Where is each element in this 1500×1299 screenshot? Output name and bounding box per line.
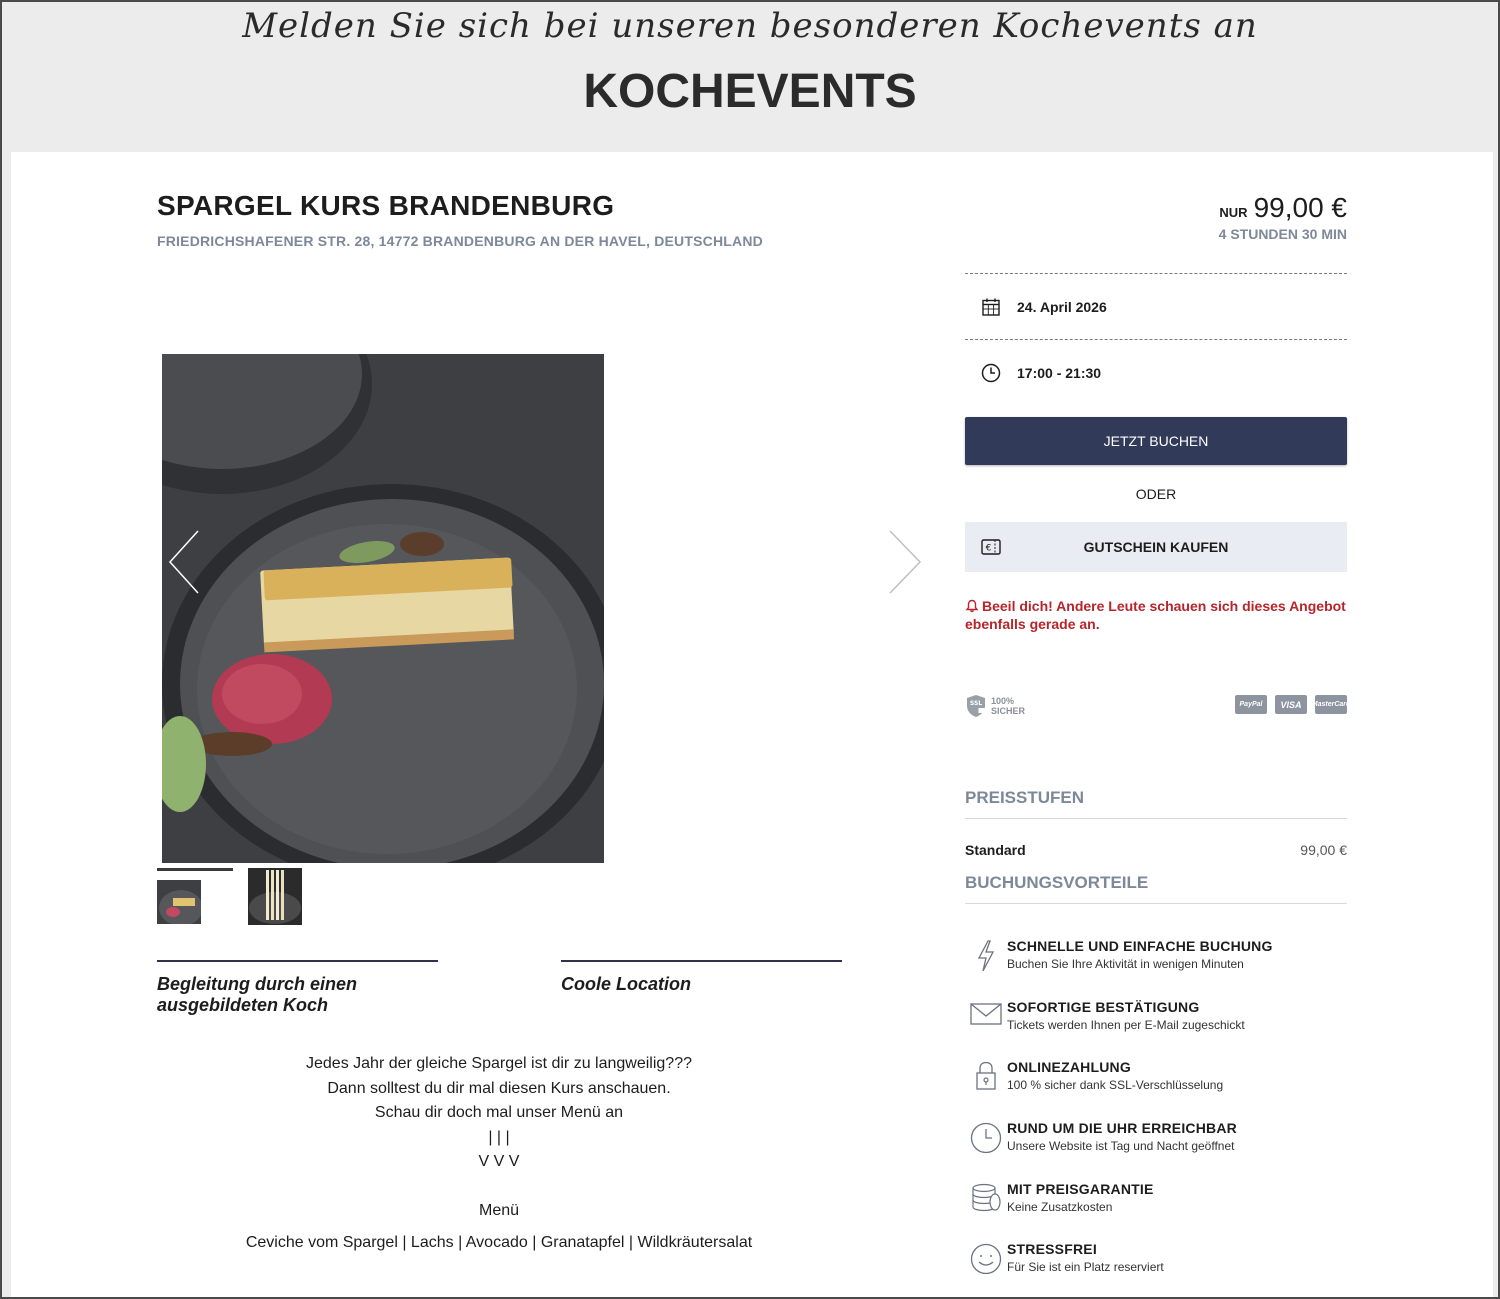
benefit-item: RUND UM DIE UHR ERREICHBAR Unsere Websit… — [965, 1120, 1347, 1170]
tier-name: Standard — [965, 842, 1026, 858]
feature-label: Begleitung durch einen ausgebildeten Koc… — [157, 974, 358, 1015]
chevron-left-icon — [168, 530, 199, 594]
gallery-thumb[interactable] — [157, 880, 201, 924]
svg-text:€: € — [986, 544, 992, 554]
dessert-plate-thumb — [157, 880, 201, 924]
benefit-subtitle: Unsere Website ist Tag und Nacht geöffne… — [1007, 1139, 1235, 1153]
price-block: NUR 99,00 € 4 STUNDEN 30 MIN — [1219, 192, 1347, 242]
benefit-subtitle: Tickets werden Ihnen per E-Mail zugeschi… — [1007, 1018, 1245, 1032]
voucher-label: GUTSCHEIN KAUFEN — [1083, 539, 1229, 555]
asparagus-thumb — [248, 868, 302, 925]
benefit-subtitle: Buchen Sie Ihre Aktivität in wenigen Min… — [1007, 957, 1244, 971]
site-title[interactable]: KOCHEVENTS — [0, 64, 1500, 119]
description-line: Dann solltest du dir mal diesen Kurs ans… — [327, 1079, 671, 1097]
event-description: Jedes Jahr der gleiche Spargel ist dir z… — [157, 1052, 841, 1263]
benefit-item: SCHNELLE UND EINFACHE BUCHUNG Buchen Sie… — [965, 938, 1347, 988]
alert-text: Beeil dich! Andere Leute schauen sich di… — [965, 598, 1346, 632]
ssl-label-percent: 100% — [991, 696, 1015, 706]
envelope-icon — [965, 999, 1007, 1027]
benefit-title: SOFORTIGE BESTÄTIGUNG — [1007, 999, 1200, 1015]
ssl-label-secure: SICHER — [991, 706, 1026, 716]
buy-voucher-button[interactable]: € GUTSCHEIN KAUFEN — [965, 522, 1347, 572]
gallery-next-button[interactable] — [886, 527, 926, 597]
benefits-title: BUCHUNGSVORTEILE — [965, 873, 1347, 904]
benefit-subtitle: Für Sie ist ein Platz reserviert — [1007, 1260, 1164, 1274]
feature-guided-by-chef: Begleitung durch einen ausgebildeten Koc… — [157, 960, 438, 1016]
benefit-title: SCHNELLE UND EINFACHE BUCHUNG — [1007, 938, 1273, 954]
benefit-item: MIT PREISGARANTIE Keine Zusatzkosten — [965, 1181, 1347, 1231]
price-prefix: NUR — [1219, 205, 1248, 220]
clock-icon — [965, 1120, 1007, 1154]
benefit-title: RUND UM DIE UHR ERREICHBAR — [1007, 1120, 1237, 1136]
event-title: SPARGEL KURS BRANDENBURG — [157, 190, 615, 221]
active-thumb-indicator — [157, 868, 233, 871]
benefit-subtitle: Keine Zusatzkosten — [1007, 1200, 1113, 1214]
benefit-item: SOFORTIGE BESTÄTIGUNG Tickets werden Ihn… — [965, 999, 1347, 1049]
tier-price: 99,00 € — [1300, 842, 1347, 858]
event-date: 24. April 2026 — [1017, 299, 1107, 315]
ssl-badge: SSL 100% SICHER — [965, 694, 1025, 718]
benefit-item: ONLINEZAHLUNG 100 % sicher dank SSL-Vers… — [965, 1059, 1347, 1109]
event-card: SPARGEL KURS BRANDENBURG FRIEDRICHSHAFEN… — [11, 152, 1493, 1299]
benefit-subtitle: 100 % sicher dank SSL-Verschlüsselung — [1007, 1078, 1224, 1092]
description-line: V V V — [478, 1153, 520, 1170]
or-separator: ODER — [1135, 486, 1177, 502]
benefit-title: MIT PREISGARANTIE — [1007, 1181, 1154, 1197]
feature-cool-location: Coole Location — [561, 960, 842, 995]
calendar-icon — [965, 298, 1017, 316]
benefit-title: ONLINEZAHLUNG — [1007, 1059, 1131, 1075]
urgency-alert: Beeil dich! Andere Leute schauen sich di… — [965, 598, 1347, 632]
payment-methods: PayPal VISA MasterCard — [1235, 695, 1350, 714]
site-tagline: Melden Sie sich bei unseren besonderen K… — [242, 6, 1258, 46]
book-now-button[interactable]: JETZT BUCHEN — [965, 417, 1347, 465]
description-line: Schau dir doch mal unser Menü an — [374, 1104, 624, 1121]
pricing-title: PREISSTUFEN — [965, 788, 1347, 819]
event-time: 17:00 - 21:30 — [1017, 365, 1102, 381]
coins-icon — [965, 1181, 1007, 1213]
menu-heading: Menü — [478, 1201, 520, 1219]
event-duration: 4 STUNDEN 30 MIN — [1218, 226, 1347, 242]
gallery-prev-button[interactable] — [166, 527, 206, 597]
event-address: FRIEDRICHSHAFENER STR. 28, 14772 BRANDEN… — [157, 233, 763, 249]
smiley-icon — [965, 1241, 1007, 1275]
lightning-icon — [965, 938, 1007, 972]
feature-label: Coole Location — [561, 974, 691, 994]
gallery-main-image[interactable] — [162, 354, 604, 863]
shield-icon: SSL — [967, 695, 985, 717]
divider — [965, 339, 1347, 340]
clock-icon — [965, 363, 1017, 383]
event-time-row: 17:00 - 21:30 — [965, 353, 1347, 393]
event-date-row: 24. April 2026 — [965, 287, 1347, 327]
bell-icon — [965, 599, 979, 616]
menu-item: Ceviche vom Spargel | Lachs | Avocado | … — [245, 1234, 753, 1251]
voucher-icon: € — [965, 539, 1017, 555]
price-value: 99,00 € — [1253, 192, 1347, 223]
chevron-right-icon — [889, 530, 922, 594]
benefit-title: STRESSFREI — [1007, 1241, 1097, 1257]
mastercard-icon: MasterCard — [1312, 695, 1350, 714]
gallery-thumb[interactable] — [248, 868, 302, 925]
site-header: Melden Sie sich bei unseren besonderen K… — [0, 0, 1500, 152]
dessert-plate-photo — [162, 354, 604, 863]
visa-icon: VISA — [1275, 695, 1307, 714]
lock-icon — [965, 1059, 1007, 1091]
benefit-item: STRESSFREI Für Sie ist ein Platz reservi… — [965, 1241, 1347, 1291]
price-tier-row: Standard 99,00 € — [965, 842, 1347, 858]
description-line: | | | — [488, 1128, 510, 1146]
divider — [965, 273, 1347, 274]
svg-text:SSL: SSL — [970, 700, 982, 707]
paypal-icon: PayPal — [1235, 695, 1267, 714]
description-line: Jedes Jahr der gleiche Spargel ist dir z… — [306, 1055, 692, 1072]
